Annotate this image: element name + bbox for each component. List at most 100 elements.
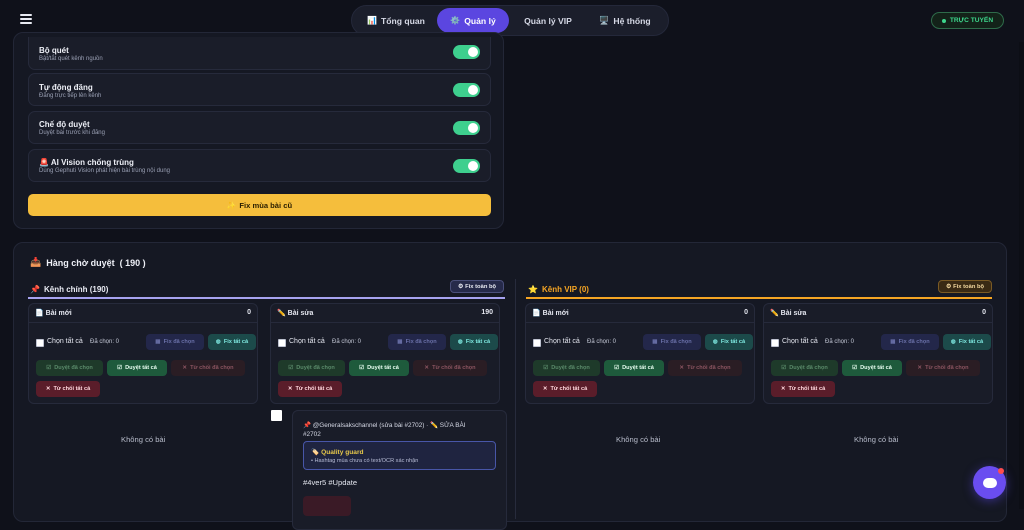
quality-guard-desc: • Hashtag mùa chưa có text/OCR xác nhận [311,458,419,464]
select-all-label[interactable]: Chọn tất cả [47,338,83,345]
setting-title: Bộ quét [39,46,69,55]
x-icon: ✕ [45,386,51,392]
notification-badge [998,468,1004,474]
quality-guard-title: 🏷️ Quality guard [311,449,364,456]
reject-selected-button[interactable]: ✕ Từ chối đã chọn [171,360,245,376]
approve-selected-button[interactable]: ☑ Duyệt đã chọn [771,360,838,376]
subpanel-label: 📄 Bài mới [35,310,72,317]
post-select-checkbox[interactable] [271,410,282,421]
reject-selected-button[interactable]: ✕ Từ chối đã chọn [906,360,980,376]
select-all-checkbox[interactable] [36,339,44,347]
setting-scanner: Bộ quét Bật/tắt quét kênh nguồn [28,37,491,70]
main-fix-all-button[interactable]: ⚙ Fix toàn bộ [450,280,504,293]
check-icon: ☑ [117,365,123,371]
vip-edited-posts-panel: ✏️ Bài sửa 0 Chọn tất cả Đã chọn: 0 ▦ Fix … [763,303,993,404]
subpanel-header: ✏️ Bài sửa 190 [271,304,499,323]
vip-new-posts-panel: 📄 Bài mới 0 Chọn tất cả Đã chọn: 0 ▦ Fix đ… [525,303,755,404]
empty-state: Không có bài [121,435,166,444]
fix-selected-button[interactable]: ▦ Fix đã chọn [146,334,204,350]
selected-count: Đã chọn: 0 [825,339,855,345]
fix-all-button[interactable]: ◍ Fix tất cả [450,334,498,350]
ai-vision-toggle[interactable] [453,159,480,173]
tab-vip-manage[interactable]: Quản lý VIP [509,8,587,33]
scrollbar[interactable] [1019,42,1024,509]
approve-all-button[interactable]: ☑ Duyệt tất cả [842,360,902,376]
hamburger-menu-icon[interactable] [20,14,32,24]
pin-icon: 📌 [30,284,40,294]
globe-icon: ◍ [215,339,221,345]
fix-old-posts-button[interactable]: ✨ Fix mùa bài cũ [28,194,491,216]
post-hashtags: #4ver5 #Update [303,478,358,487]
globe-icon: ◍ [457,339,463,345]
main-channel-underline [28,297,505,299]
subpanel-label: 📄 Bài mới [532,310,569,317]
auto-post-toggle[interactable] [453,83,480,97]
check-icon: ☑ [46,365,52,371]
x-icon: ✕ [182,365,188,371]
sparkle-icon: ✨ [226,200,237,210]
select-all-label[interactable]: Chọn tất cả [289,338,325,345]
selected-count: Đã chọn: 0 [332,339,362,345]
approve-all-button[interactable]: ☑ Duyệt tất cả [107,360,167,376]
select-all-label[interactable]: Chọn tất cả [782,338,818,345]
check-icon: ☑ [614,365,620,371]
tag-icon: 🏷️ [311,449,320,456]
settings-panel: Bộ quét Bật/tắt quét kênh nguồn Tự động … [13,32,504,229]
wand-icon: ⚙ [457,283,464,290]
monitor-icon: 🖥️ [599,16,610,25]
fix-selected-button[interactable]: ▦ Fix đã chọn [388,334,446,350]
fix-all-button[interactable]: ◍ Fix tất cả [208,334,256,350]
subpanel-header: 📄 Bài mới 0 [29,304,257,323]
select-all-checkbox[interactable] [533,339,541,347]
reject-all-button[interactable]: ✕ Từ chối tất cả [36,381,100,397]
reject-all-button[interactable]: ✕ Từ chối tất cả [278,381,342,397]
check-icon: ☑ [359,365,365,371]
wand-icon: ⚙ [945,283,952,290]
vip-fix-all-button[interactable]: ⚙ Fix toàn bộ [938,280,992,293]
document-icon: 📄 [532,310,541,317]
chat-button[interactable] [973,466,1006,499]
subpanel-count: 190 [481,309,493,316]
reject-all-button[interactable]: ✕ Từ chối tất cả [771,381,835,397]
column-divider [515,279,516,519]
approve-selected-button[interactable]: ☑ Duyệt đã chọn [278,360,345,376]
wrench-icon: ▦ [397,339,403,345]
queue-title: 📥 Hàng chờ duyệt ( 190 ) [30,257,146,268]
check-icon: ☑ [543,365,549,371]
approve-selected-button[interactable]: ☑ Duyệt đã chọn [36,360,103,376]
select-all-checkbox[interactable] [278,339,286,347]
select-all-label[interactable]: Chọn tất cả [544,338,580,345]
chat-bubble-icon [982,477,997,488]
approve-selected-button[interactable]: ☑ Duyệt đã chọn [533,360,600,376]
approve-all-button[interactable]: ☑ Duyệt tất cả [349,360,409,376]
x-icon: ✕ [679,365,685,371]
setting-desc: Đăng trực tiếp lên kênh [39,93,102,99]
approve-all-button[interactable]: ☑ Duyệt tất cả [604,360,664,376]
wrench-icon: ▦ [155,339,161,345]
setting-title: Chế độ duyệt [39,120,90,129]
x-icon: ✕ [542,386,548,392]
fix-selected-button[interactable]: ▦ Fix đã chọn [881,334,939,350]
x-icon: ✕ [780,386,786,392]
scanner-toggle[interactable] [453,45,480,59]
select-all-checkbox[interactable] [771,339,779,347]
tab-system[interactable]: 🖥️ Hệ thống [587,8,663,33]
reject-selected-button[interactable]: ✕ Từ chối đã chọn [668,360,742,376]
fix-selected-button[interactable]: ▦ Fix đã chọn [643,334,701,350]
document-icon: 📄 [35,310,44,317]
review-mode-toggle[interactable] [453,121,480,135]
post-action-button[interactable] [303,496,351,516]
tab-overview[interactable]: 📊 Tổng quan [355,8,437,33]
fix-all-button[interactable]: ◍ Fix tất cả [943,334,991,350]
chart-icon: 📊 [367,16,378,25]
status-dot-icon [941,18,946,23]
reject-all-button[interactable]: ✕ Từ chối tất cả [533,381,597,397]
check-icon: ☑ [288,365,294,371]
wrench-icon: ▦ [652,339,658,345]
reject-selected-button[interactable]: ✕ Từ chối đã chọn [413,360,487,376]
tab-manage[interactable]: ⚙️ Quản lý [437,8,509,33]
setting-desc: Dùng Gephuti Vision phát hiện bài trùng … [39,168,170,174]
empty-state: Không có bài [854,435,899,444]
fix-all-button[interactable]: ◍ Fix tất cả [705,334,753,350]
setting-desc: Bật/tắt quét kênh nguồn [39,56,103,62]
